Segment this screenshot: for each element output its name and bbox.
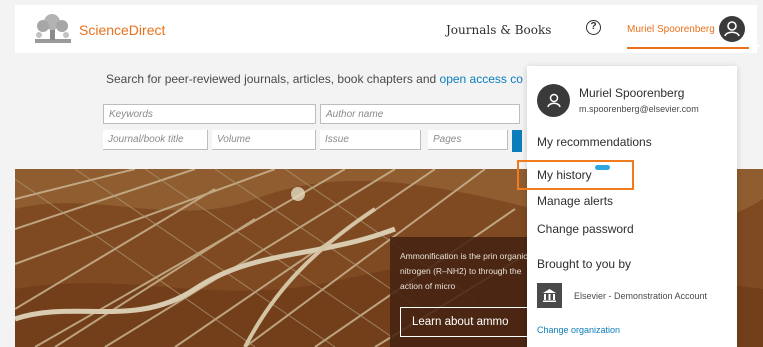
menu-item-manage-alerts[interactable]: Manage alerts — [537, 194, 613, 208]
user-menu-toggle[interactable]: Muriel Spoorenberg — [627, 24, 715, 35]
user-menu-dropdown: Muriel Spoorenberg m.spoorenberg@elsevie… — [527, 66, 737, 347]
journals-books-link[interactable]: Journals & Books — [446, 23, 551, 37]
hero-caption-box: Ammonification is the prin organic nitro… — [390, 237, 540, 347]
active-underline — [627, 47, 749, 49]
learn-more-button[interactable]: Learn about ammo — [400, 307, 540, 337]
institution-name: Elsevier - Demonstration Account — [574, 291, 708, 301]
issue-input[interactable]: Issue — [320, 130, 421, 150]
highlight-box — [517, 160, 634, 190]
user-avatar-icon — [537, 84, 570, 117]
volume-input[interactable]: Volume — [212, 130, 316, 150]
user-avatar-icon[interactable] — [719, 16, 745, 42]
institution-building-icon — [537, 283, 562, 308]
hero-caption: Ammonification is the prin organic nitro… — [400, 251, 528, 291]
pages-input[interactable]: Pages — [428, 130, 508, 150]
menu-user-name: Muriel Spoorenberg — [579, 86, 685, 100]
menu-item-recommendations[interactable]: My recommendations — [537, 135, 652, 149]
brought-to-you-by-label: Brought to you by — [537, 257, 632, 271]
top-header: ScienceDirect Journals & Books ? Muriel … — [15, 5, 761, 53]
search-intro: Search for peer-reviewed journals, artic… — [106, 72, 523, 86]
open-access-link[interactable]: open access co — [440, 72, 523, 86]
author-name-input[interactable]: Author name — [320, 104, 520, 124]
keywords-input[interactable]: Keywords — [103, 104, 316, 124]
dropdown-caret — [743, 38, 761, 47]
menu-user-email: m.spoorenberg@elsevier.com — [579, 104, 699, 114]
change-organization-link[interactable]: Change organization — [537, 325, 620, 335]
elsevier-tree-logo-icon[interactable] — [33, 13, 73, 45]
brand-name[interactable]: ScienceDirect — [79, 22, 165, 38]
journal-title-input[interactable]: Journal/book title — [103, 130, 208, 150]
menu-item-change-password[interactable]: Change password — [537, 222, 634, 236]
search-intro-text: Search for peer-reviewed journals, artic… — [106, 72, 440, 86]
help-icon[interactable]: ? — [586, 20, 601, 35]
search-button[interactable] — [512, 130, 522, 152]
